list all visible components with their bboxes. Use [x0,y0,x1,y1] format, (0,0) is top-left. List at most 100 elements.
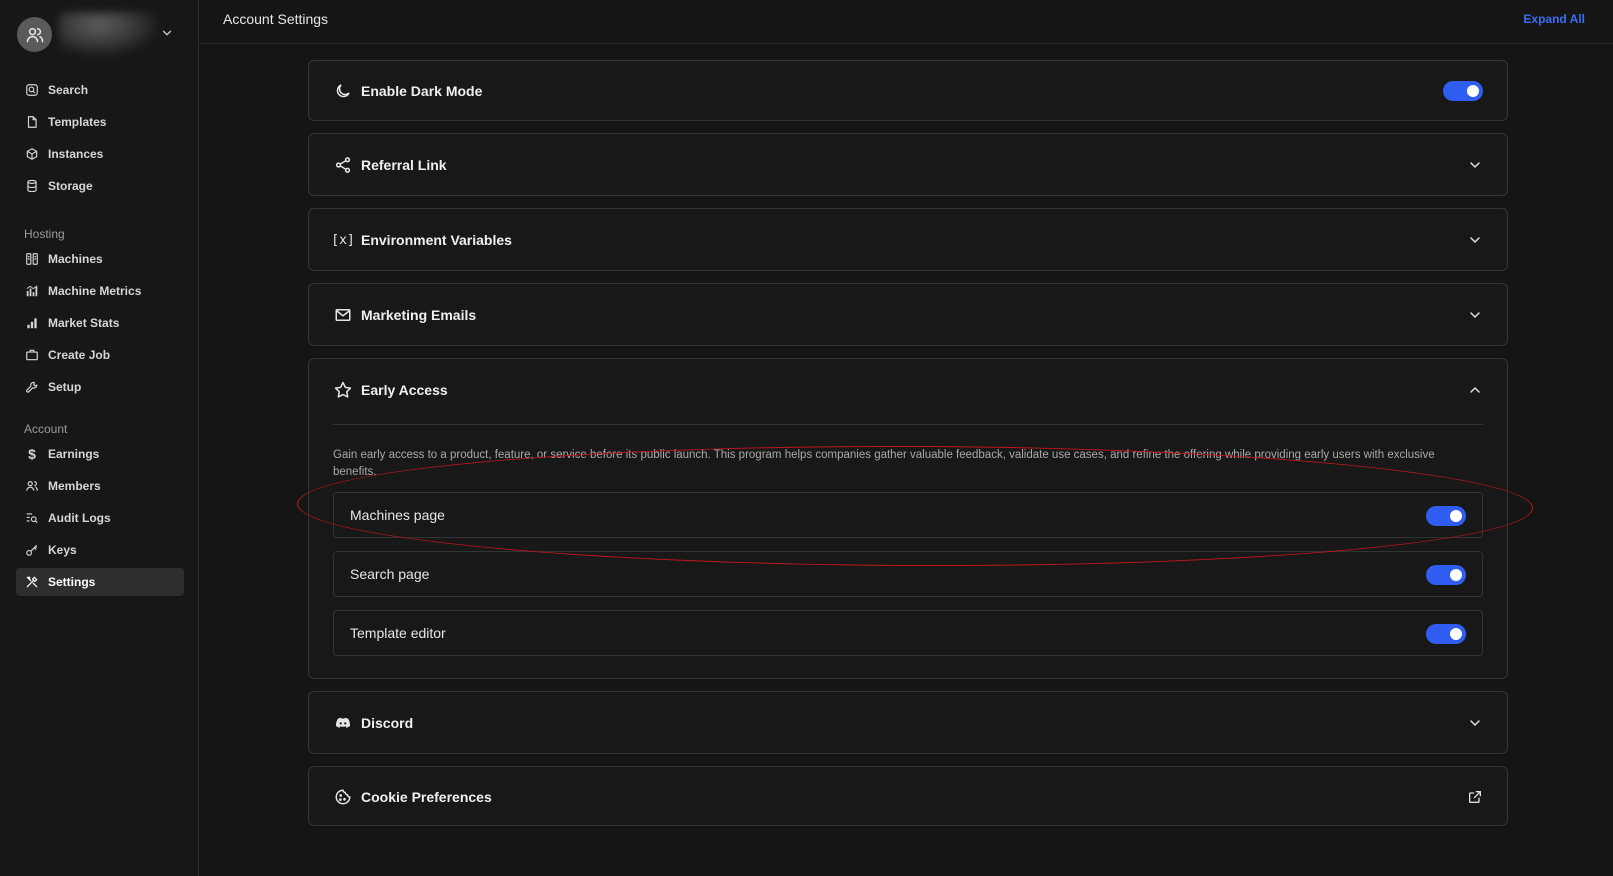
account-nav: $ Earnings Members Audit Logs Keys Setti… [16,440,184,600]
signal-icon [24,315,40,331]
sidebar-item-label: Earnings [48,447,100,461]
discord-panel[interactable]: Discord [308,691,1508,754]
feature-row-template-editor: Template editor [333,610,1483,656]
sidebar-item-label: Instances [48,147,104,161]
users-icon [24,478,40,494]
discord-icon [333,713,353,733]
referral-link-panel[interactable]: Referral Link [308,133,1508,196]
sidebar-item-settings[interactable]: Settings [16,568,184,596]
variable-icon: [x] [331,232,355,248]
section-label-account: Account [24,422,68,436]
feature-label: Machines page [350,507,445,523]
sidebar-item-label: Storage [48,179,93,193]
feature-label: Search page [350,566,430,582]
search-page-toggle[interactable] [1426,565,1466,585]
early-access-panel: Early Access Gain early access to a prod… [308,358,1508,679]
dark-mode-header: Enable Dark Mode [333,61,1483,121]
divider [333,424,1483,425]
sidebar-item-label: Create Job [48,348,111,362]
chevron-down-icon[interactable] [1467,232,1483,248]
early-access-header[interactable]: Early Access [333,360,1483,420]
sidebar: Search Templates Instances Storage Hosti… [0,0,199,876]
panel-title: Environment Variables [361,232,512,248]
page-header: Account Settings Expand All [199,0,1613,44]
referral-link-header[interactable]: Referral Link [333,135,1483,195]
chevron-down-icon[interactable] [1467,715,1483,731]
external-link-icon[interactable] [1467,789,1483,805]
sidebar-item-machines[interactable]: Machines [16,245,184,273]
expand-all-button[interactable]: Expand All [1523,12,1585,26]
early-access-description: Gain early access to a product, feature,… [333,449,1435,478]
sidebar-item-label: Settings [48,575,96,589]
key-icon [24,542,40,558]
sidebar-item-label: Templates [48,115,107,129]
sidebar-item-label: Members [48,479,101,493]
panel-title: Referral Link [361,157,447,173]
chevron-down-icon[interactable] [160,26,174,40]
chevron-up-icon[interactable] [1467,382,1483,398]
dark-mode-toggle[interactable] [1443,81,1483,101]
sidebar-item-members[interactable]: Members [16,472,184,500]
chevron-down-icon[interactable] [1467,307,1483,323]
env-vars-panel[interactable]: [x] Environment Variables [308,208,1508,271]
sidebar-item-market-stats[interactable]: Market Stats [16,309,184,337]
server-icon [24,251,40,267]
sidebar-item-setup[interactable]: Setup [16,373,184,401]
share-icon [333,155,353,175]
panel-title: Early Access [361,382,448,398]
database-icon [24,178,40,194]
sidebar-item-keys[interactable]: Keys [16,536,184,564]
dark-mode-panel: Enable Dark Mode [308,60,1508,121]
section-label-hosting: Hosting [24,227,65,241]
feature-row-search-page: Search page [333,551,1483,597]
sidebar-item-create-job[interactable]: Create Job [16,341,184,369]
bar-chart-icon [24,283,40,299]
main-nav: Search Templates Instances Storage [16,76,184,204]
cookie-preferences-header[interactable]: Cookie Preferences [333,767,1483,827]
blurred-username [59,12,159,56]
marketing-emails-header[interactable]: Marketing Emails [333,285,1483,345]
cube-icon [24,146,40,162]
cookie-icon [333,787,353,807]
sidebar-item-label: Audit Logs [48,511,111,525]
mail-icon [333,305,353,325]
machines-page-toggle[interactable] [1426,506,1466,526]
sidebar-item-label: Machine Metrics [48,284,142,298]
cookie-preferences-panel[interactable]: Cookie Preferences [308,766,1508,826]
feature-label: Template editor [350,625,446,641]
panel-title: Cookie Preferences [361,789,492,805]
sidebar-item-search[interactable]: Search [16,76,184,104]
search-icon [24,82,40,98]
chevron-down-icon[interactable] [1467,157,1483,173]
sidebar-item-label: Keys [48,543,77,557]
panel-title: Discord [361,715,414,731]
briefcase-icon [24,347,40,363]
panel-title: Marketing Emails [361,307,477,323]
marketing-emails-panel[interactable]: Marketing Emails [308,283,1508,346]
sidebar-item-storage[interactable]: Storage [16,172,184,200]
profile-switcher[interactable] [17,12,187,56]
page-title: Account Settings [223,11,329,27]
file-icon [24,114,40,130]
users-icon [26,27,43,42]
moon-icon [333,81,353,101]
sidebar-item-label: Machines [48,252,103,266]
discord-header[interactable]: Discord [333,693,1483,753]
tools-icon [24,574,40,590]
wrench-icon [24,379,40,395]
dollar-icon: $ [28,446,36,462]
sidebar-item-earnings[interactable]: $ Earnings [16,440,184,468]
list-search-icon [24,510,40,526]
env-vars-header[interactable]: [x] Environment Variables [331,210,1483,270]
hosting-nav: Machines Machine Metrics Market Stats Cr… [16,245,184,405]
sidebar-item-templates[interactable]: Templates [16,108,184,136]
sidebar-item-label: Market Stats [48,316,120,330]
sidebar-item-instances[interactable]: Instances [16,140,184,168]
avatar[interactable] [17,17,52,52]
star-icon [333,380,353,400]
template-editor-toggle[interactable] [1426,624,1466,644]
sidebar-item-audit-logs[interactable]: Audit Logs [16,504,184,532]
feature-row-machines-page: Machines page [333,492,1483,538]
panel-title: Enable Dark Mode [361,83,483,99]
sidebar-item-machine-metrics[interactable]: Machine Metrics [16,277,184,305]
